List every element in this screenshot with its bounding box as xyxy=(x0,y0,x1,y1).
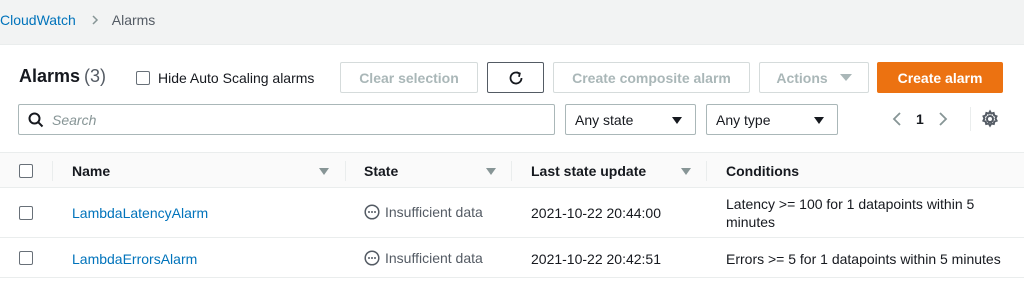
search-icon xyxy=(28,112,44,127)
select-all-checkbox[interactable] xyxy=(19,164,33,178)
gear-icon[interactable] xyxy=(980,109,1000,129)
condition-line: Latency >= 100 for 1 datapoints within 5 xyxy=(726,196,975,212)
column-header-last-update[interactable]: Last state update xyxy=(531,163,646,179)
alarm-name-link[interactable]: LambdaErrorsAlarm xyxy=(72,251,197,267)
chevron-right-icon xyxy=(92,15,98,25)
hide-autoscaling-toggle[interactable]: Hide Auto Scaling alarms xyxy=(136,70,314,86)
pagination: 1 xyxy=(886,108,954,130)
breadcrumb-current: Alarms xyxy=(111,12,156,28)
current-page-number[interactable]: 1 xyxy=(916,111,924,127)
search-input[interactable] xyxy=(52,111,532,128)
hide-autoscaling-checkbox[interactable] xyxy=(136,71,150,85)
caret-down-icon xyxy=(672,117,682,124)
chevron-left-icon xyxy=(892,112,901,126)
actions-label: Actions xyxy=(776,69,828,86)
row-checkbox[interactable] xyxy=(19,251,33,265)
row-checkbox[interactable] xyxy=(19,206,33,220)
page-title: Alarms (3) xyxy=(19,66,106,87)
actions-dropdown-button[interactable]: Actions xyxy=(759,62,869,93)
alarm-state: Insufficient data xyxy=(364,250,483,266)
caret-down-icon xyxy=(814,117,824,124)
table-row[interactable]: LambdaLatencyAlarm Insufficient data 202… xyxy=(0,188,1024,238)
column-header-name[interactable]: Name xyxy=(72,163,110,179)
type-filter-select[interactable]: Any type xyxy=(706,104,838,135)
create-composite-alarm-button[interactable]: Create composite alarm xyxy=(553,62,750,93)
status-pending-icon xyxy=(364,250,380,266)
table-header: Name State Last state update Conditions xyxy=(0,152,1024,188)
breadcrumb-cloudwatch-link[interactable]: CloudWatch xyxy=(0,12,76,28)
refresh-button[interactable] xyxy=(487,62,544,93)
alarm-count: (3) xyxy=(84,66,107,86)
column-divider xyxy=(511,161,512,181)
refresh-icon xyxy=(509,70,522,84)
title-text: Alarms xyxy=(19,66,81,86)
state-filter-select[interactable]: Any state xyxy=(565,104,696,135)
pager-divider xyxy=(970,107,971,131)
sort-caret-icon[interactable] xyxy=(319,168,329,175)
last-update-value: 2021-10-22 20:42:51 xyxy=(531,251,661,267)
alarm-state: Insufficient data xyxy=(364,204,483,220)
alarm-state-text: Insufficient data xyxy=(385,204,483,220)
last-update-value: 2021-10-22 20:44:00 xyxy=(531,205,661,221)
column-divider xyxy=(52,161,53,181)
chevron-right-icon xyxy=(939,112,948,126)
condition-text: Errors >= 5 for 1 datapoints within 5 mi… xyxy=(726,251,1001,267)
clear-selection-button[interactable]: Clear selection xyxy=(340,62,478,93)
sort-caret-icon[interactable] xyxy=(681,168,691,175)
previous-page-button[interactable] xyxy=(886,108,908,130)
condition-text: Latency >= 100 for 1 datapoints within 5… xyxy=(726,195,1016,231)
breadcrumb: CloudWatch Alarms xyxy=(0,0,1024,40)
hide-autoscaling-label: Hide Auto Scaling alarms xyxy=(158,70,315,86)
alarm-name-link[interactable]: LambdaLatencyAlarm xyxy=(72,205,208,221)
table-row[interactable]: LambdaErrorsAlarm Insufficient data 2021… xyxy=(0,238,1024,278)
type-filter-value: Any type xyxy=(716,111,771,128)
sort-caret-icon[interactable] xyxy=(486,168,496,175)
search-box[interactable] xyxy=(18,104,555,135)
column-divider xyxy=(345,161,346,181)
column-header-conditions[interactable]: Conditions xyxy=(726,163,799,179)
condition-line: minutes xyxy=(726,214,776,230)
alarms-panel: Alarms (3) Hide Auto Scaling alarms Clear… xyxy=(0,44,1024,282)
column-divider xyxy=(706,161,707,181)
status-pending-icon xyxy=(364,204,380,220)
column-header-state[interactable]: State xyxy=(364,163,398,179)
alarm-state-text: Insufficient data xyxy=(385,250,483,266)
state-filter-value: Any state xyxy=(575,111,634,128)
create-alarm-button[interactable]: Create alarm xyxy=(877,62,1003,93)
caret-down-icon xyxy=(839,74,852,81)
next-page-button[interactable] xyxy=(932,108,954,130)
